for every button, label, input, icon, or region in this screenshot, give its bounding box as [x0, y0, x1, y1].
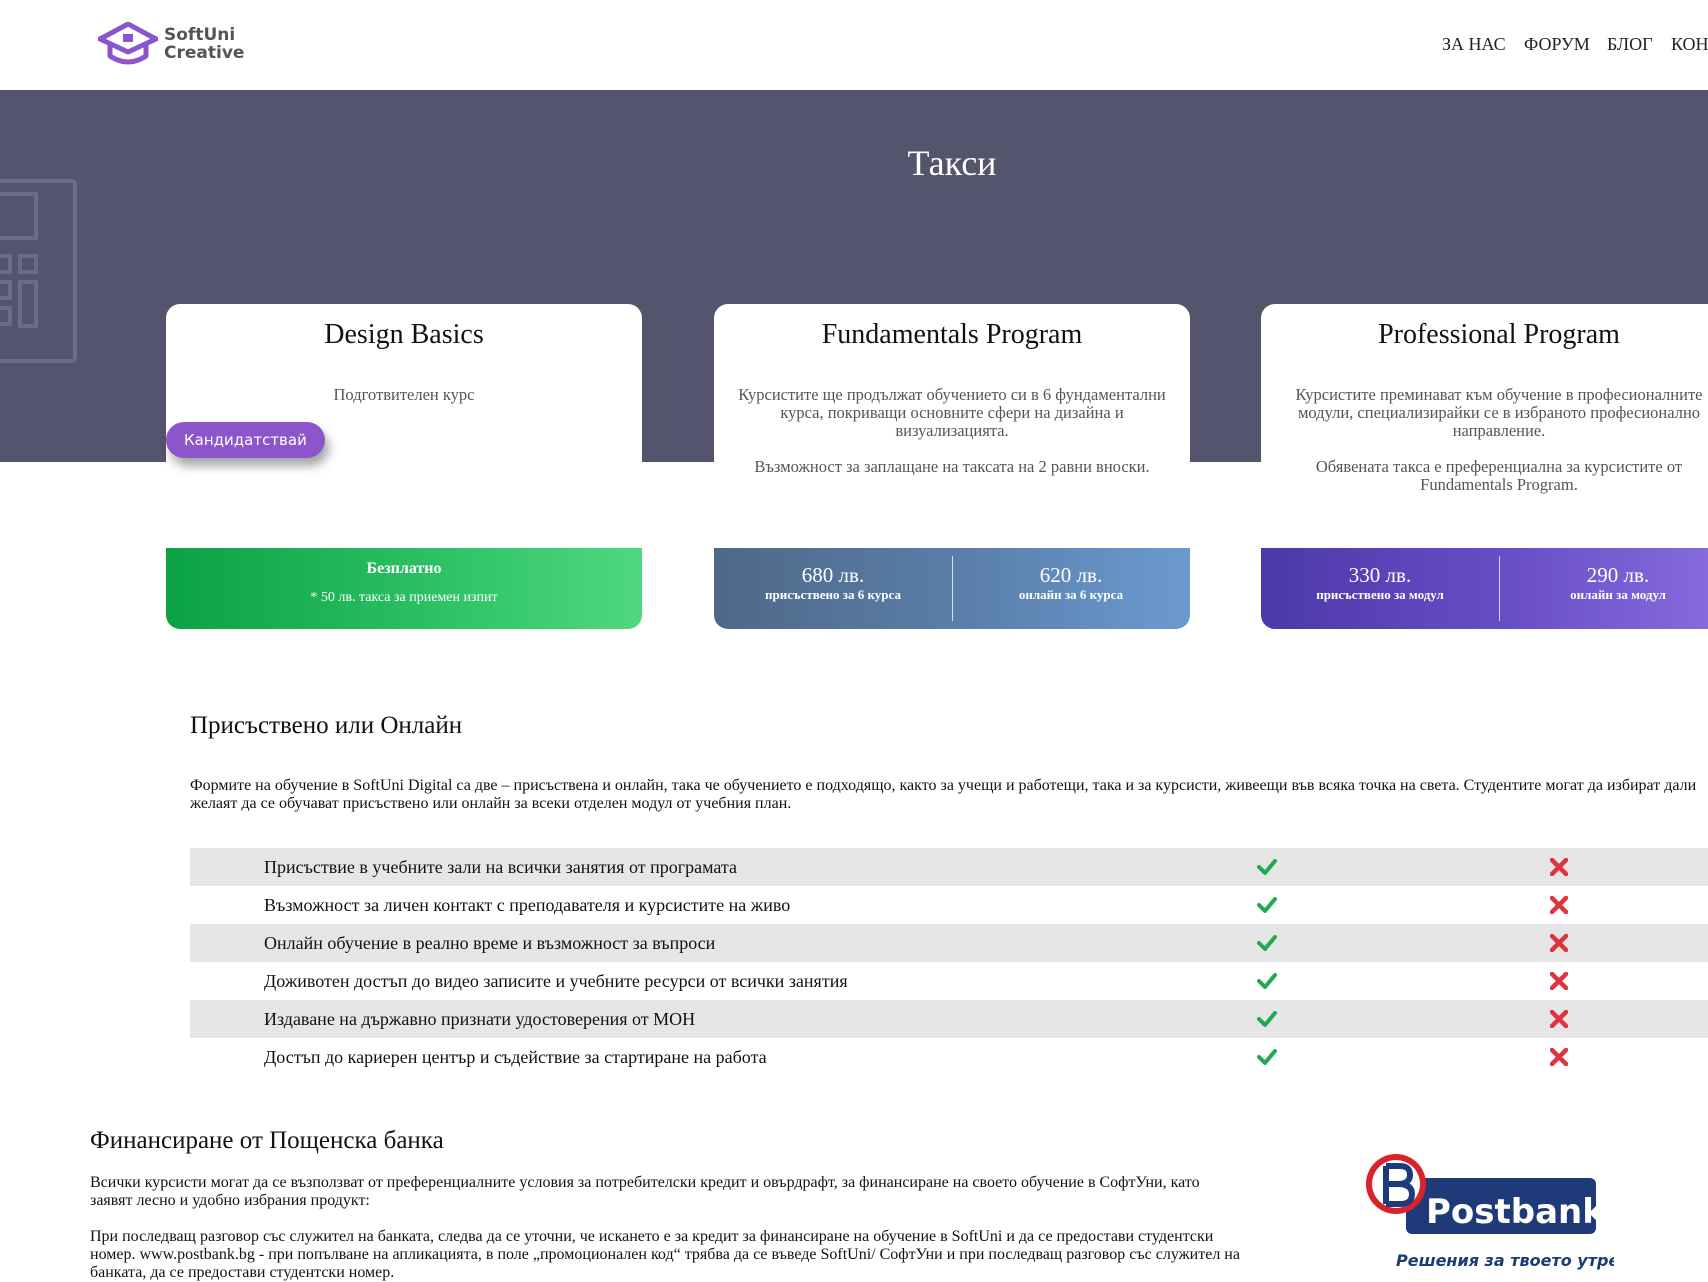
check-icon: [1257, 1011, 1277, 1027]
row-label: Възможност за личен контакт с преподават…: [264, 895, 791, 915]
card-desc-text: Курсистите преминават към обучение в про…: [1295, 385, 1703, 440]
price-bar: 330 лв. присъствено за модул 290 лв. онл…: [1261, 548, 1708, 629]
row-label: Издаване на държавно признати удостовере…: [264, 1009, 696, 1029]
nav-link-blog[interactable]: БЛОГ: [1607, 34, 1653, 55]
card-desc-text: Подготвителен курс: [333, 385, 475, 404]
price-amount: 290 лв.: [1586, 563, 1650, 587]
table-row: Доживотен достъп до видео записите и уче…: [190, 962, 1708, 1000]
table-row: Издаване на държавно признати удостовере…: [190, 1000, 1708, 1038]
price-amount: 330 лв.: [1348, 563, 1412, 587]
card-description: Курсистите ще продължат обучението си в …: [734, 386, 1170, 494]
card-professional-program: Professional Program Курсистите преминав…: [1261, 304, 1708, 629]
site-header: SoftUni Creative ЗА НАС ФОРУМ БЛОГ КОН: [0, 0, 1708, 90]
calculator-icon: [0, 179, 77, 363]
table-row: Присъствие в учебните зали на всички зан…: [190, 848, 1708, 886]
card-design-basics: Design Basics Подготвителен курс Кандида…: [166, 304, 642, 629]
finance-paragraph-1: Всички курсисти могат да се възползват о…: [90, 1174, 1200, 1209]
table-row: Възможност за личен контакт с преподават…: [190, 886, 1708, 924]
nav-link-contacts[interactable]: КОН: [1671, 34, 1708, 55]
table-row: Онлайн обучение в реално време и възможн…: [190, 924, 1708, 962]
check-icon: [1257, 859, 1277, 875]
graduation-cap-icon: [98, 22, 158, 65]
cross-icon: [1550, 858, 1568, 876]
cross-icon: [1550, 1048, 1568, 1066]
finance-section-title: Финансиране от Пощенска банка: [90, 1127, 444, 1154]
card-description: Подготвителен курс: [186, 386, 622, 422]
price-online: 290 лв. онлайн за модул: [1499, 564, 1708, 604]
softuni-creative-logo[interactable]: SoftUni Creative: [98, 22, 248, 68]
cross-icon: [1550, 934, 1568, 952]
price-onsite: 680 лв. присъствено за 6 курса: [714, 564, 952, 604]
logo-line-1: SoftUni: [164, 25, 236, 45]
price-online: 620 лв. онлайн за 6 курса: [952, 564, 1190, 604]
row-label: Присъствие в учебните зали на всички зан…: [264, 857, 737, 877]
price-note: присъствено за 6 курса: [765, 587, 901, 602]
price-bar: 680 лв. присъствено за 6 курса 620 лв. о…: [714, 548, 1190, 629]
price-bar: Безплатно * 50 лв. такса за приемен изпи…: [166, 548, 642, 629]
row-label: Онлайн обучение в реално време и възможн…: [264, 933, 716, 953]
price-note: * 50 лв. такса за приемен изпит: [310, 590, 498, 605]
card-desc-text: Обявената такса е преференциална за курс…: [1315, 457, 1683, 494]
svg-text:Postbank: Postbank: [1426, 1192, 1606, 1232]
price-amount: 680 лв.: [801, 563, 865, 587]
comparison-table: Присъствие в учебните зали на всички зан…: [190, 848, 1708, 1076]
card-title: Professional Program: [1378, 319, 1620, 350]
cross-icon: [1550, 1010, 1568, 1028]
price-note: онлайн за модул: [1570, 587, 1666, 602]
row-label: Достъп до кариерен център и съдействие з…: [264, 1047, 767, 1067]
cross-icon: [1550, 972, 1568, 990]
apply-button[interactable]: Кандидатствай: [166, 422, 325, 458]
compare-intro: Формите на обучение в SoftUni Digital са…: [190, 777, 1697, 812]
nav-link-about[interactable]: ЗА НАС: [1442, 34, 1506, 55]
check-icon: [1257, 1049, 1277, 1065]
card-desc-text: Възможност за заплащане на таксата на 2 …: [754, 457, 1150, 476]
card-title: Design Basics: [324, 319, 484, 350]
card-desc-text: Курсистите ще продължат обучението си в …: [738, 385, 1166, 440]
finance-paragraph-2: При последващ разговор със служител на б…: [90, 1228, 1240, 1281]
svg-text:Решения за твоето утре: Решения за твоето утре: [1396, 1251, 1614, 1270]
row-label: Доживотен достъп до видео записите и уче…: [264, 971, 848, 991]
price-onsite: 330 лв. присъствено за модул: [1261, 564, 1499, 604]
cross-icon: [1550, 896, 1568, 914]
price-note: присъствено за модул: [1316, 587, 1444, 602]
compare-section-title: Присъствено или Онлайн: [190, 712, 463, 739]
card-title: Fundamentals Program: [821, 319, 1083, 350]
postbank-logo[interactable]: Postbank Решения за твоето утре: [1364, 1144, 1614, 1277]
check-icon: [1257, 973, 1277, 989]
check-icon: [1257, 935, 1277, 951]
nav-link-forum[interactable]: ФОРУМ: [1524, 34, 1590, 55]
price-amount: 620 лв.: [1039, 563, 1103, 587]
card-fundamentals-program: Fundamentals Program Курсистите ще продъ…: [714, 304, 1190, 629]
logo-text: SoftUni Creative: [164, 26, 244, 62]
logo-line-2: Creative: [164, 43, 245, 63]
check-icon: [1257, 897, 1277, 913]
table-row: Достъп до кариерен център и съдействие з…: [190, 1038, 1708, 1076]
card-description: Курсистите преминават към обучение в про…: [1281, 386, 1708, 512]
price-main: Безплатно: [366, 560, 442, 577]
price-note: онлайн за 6 курса: [1018, 587, 1124, 602]
page-title: Такси: [907, 143, 997, 183]
